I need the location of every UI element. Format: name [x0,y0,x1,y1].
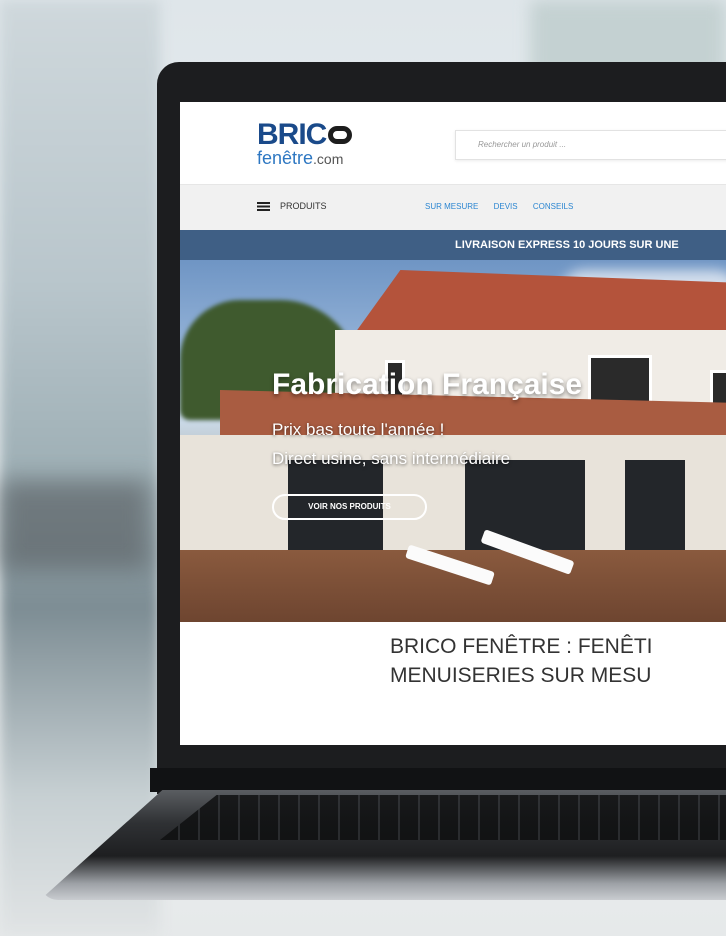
promo-text: LIVRAISON EXPRESS 10 JOURS SUR UNE [455,239,679,251]
products-menu-button[interactable]: PRODUITS [257,201,327,211]
products-label: PRODUITS [280,201,327,211]
nav-link-conseils[interactable]: CONSEILS [533,202,573,211]
hero-title: Fabrication Française [272,368,583,401]
view-products-button[interactable]: VOIR NOS PRODUITS [272,494,427,520]
hero-banner: Fabrication Française Prix bas toute l'a… [180,260,726,622]
logo-domain: .com [313,151,344,167]
nav-link-sur-mesure[interactable]: SUR MESURE [425,202,478,211]
logo-subtext: fenêtre [257,148,314,168]
laptop-hinge [150,768,726,792]
section-title: BRICO FENÊTRE : FENÊTI MENUISERIES SUR M… [180,632,726,690]
laptop-screen: BRIC fenêtre.com Rechercher un produit .… [180,102,726,745]
hero-bay-window [625,460,685,552]
blurred-background-left [0,0,160,936]
hamburger-menu-icon [257,201,270,211]
section-title-line-1: BRICO FENÊTRE : FENÊTI [390,635,653,658]
logo-o-icon [328,126,353,144]
site-header: BRIC fenêtre.com Rechercher un produit .… [180,102,726,184]
search-input[interactable]: Rechercher un produit ... [455,130,726,160]
nav-link-devis[interactable]: DEVIS [494,202,518,211]
nav-links: SUR MESURE DEVIS CONSEILS [425,202,586,211]
logo-text: BRIC [257,118,327,151]
brand-logo[interactable]: BRIC fenêtre.com [257,118,353,169]
main-nav: PRODUITS SUR MESURE DEVIS CONSEILS [180,184,726,231]
hero-subtitle-1: Prix bas toute l'année ! [272,420,445,439]
blurred-background-object [0,480,150,570]
section-title-line-2: MENUISERIES SUR MESU [390,664,652,687]
promo-banner: LIVRAISON EXPRESS 10 JOURS SUR UNE [180,230,726,260]
laptop-keyboard [160,795,726,840]
hero-subtitle-2: Direct usine, sans intermédiaire [272,449,511,468]
